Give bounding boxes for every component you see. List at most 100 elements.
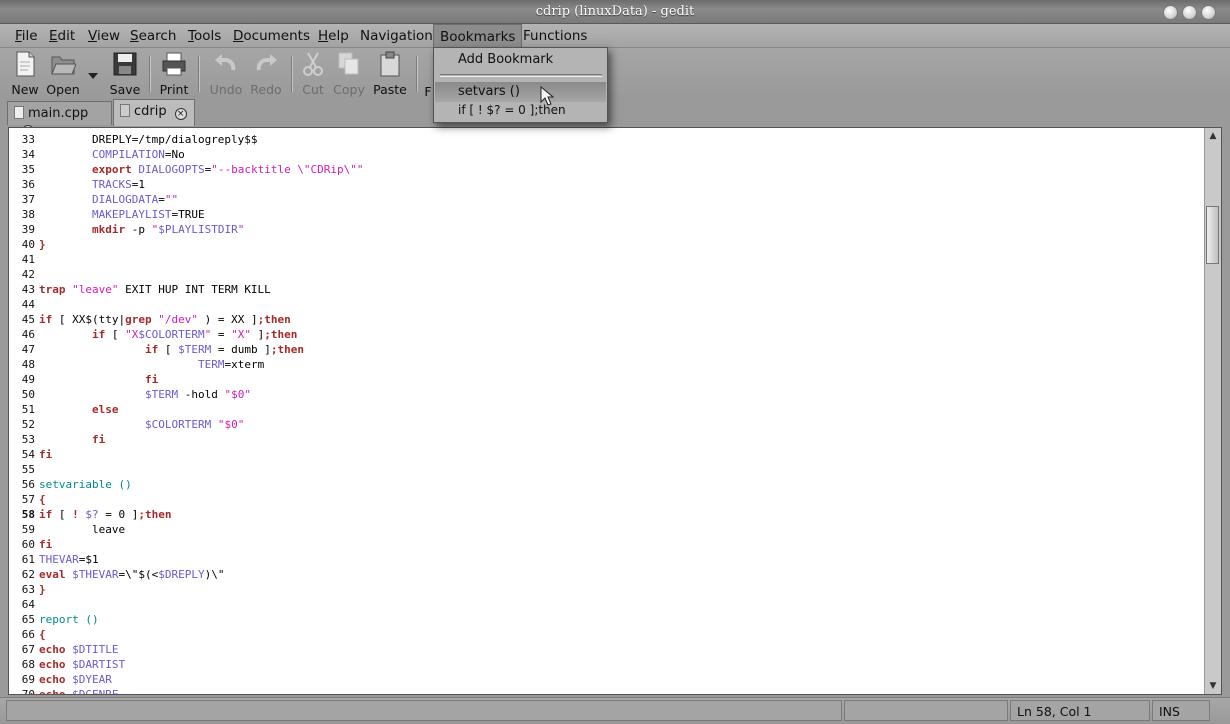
code-line[interactable]: 34 COMPILATION=No bbox=[9, 147, 1203, 162]
tab-main-cpp[interactable]: main.cpp× bbox=[7, 101, 112, 137]
menu-functions[interactable]: Functions bbox=[523, 28, 587, 44]
line-text[interactable]: $TERM -hold "$0" bbox=[39, 388, 251, 401]
code-line[interactable]: 37 DIALOGDATA="" bbox=[9, 192, 1203, 207]
code-line[interactable]: 64 bbox=[9, 597, 1203, 612]
copy-button[interactable]: Copy bbox=[332, 50, 366, 97]
line-text[interactable]: if [ "X$COLORTERM" = "X" ];then bbox=[39, 328, 297, 341]
menu-navigation[interactable]: Navigation bbox=[360, 28, 433, 44]
code-line[interactable]: 61 THEVAR=$1 bbox=[9, 552, 1203, 567]
code-line[interactable]: 39 mkdir -p "$PLAYLISTDIR" bbox=[9, 222, 1203, 237]
code-line[interactable]: 33 DREPLY=/tmp/dialogreply$$ bbox=[9, 132, 1203, 147]
scrollbar-thumb[interactable] bbox=[1206, 206, 1219, 264]
line-text[interactable]: echo $DARTIST bbox=[39, 658, 125, 671]
line-text[interactable]: else bbox=[39, 403, 119, 416]
code-line[interactable]: 38 MAKEPLAYLIST=TRUE bbox=[9, 207, 1203, 222]
menu-file[interactable]: File bbox=[15, 28, 38, 44]
scroll-down-icon[interactable]: ▼ bbox=[1207, 680, 1219, 692]
scroll-up-icon[interactable]: ▲ bbox=[1207, 130, 1219, 142]
menu-help[interactable]: Help bbox=[318, 28, 349, 44]
code-line[interactable]: 53 fi bbox=[9, 432, 1203, 447]
line-text[interactable]: fi bbox=[39, 448, 52, 461]
code-line[interactable]: 54 fi bbox=[9, 447, 1203, 462]
line-text[interactable]: fi bbox=[39, 433, 105, 446]
maximize-button[interactable] bbox=[1182, 5, 1197, 20]
line-text[interactable]: DREPLY=/tmp/dialogreply$$ bbox=[39, 133, 258, 146]
add-bookmark-item[interactable]: Add Bookmark bbox=[435, 52, 606, 70]
line-text[interactable]: fi bbox=[39, 538, 52, 551]
code-area[interactable]: 33 DREPLY=/tmp/dialogreply$$ 34 COMPILATI… bbox=[9, 132, 1203, 694]
code-line[interactable]: 57 { bbox=[9, 492, 1203, 507]
code-line[interactable]: 51 else bbox=[9, 402, 1203, 417]
code-line[interactable]: 49 fi bbox=[9, 372, 1203, 387]
paste-button[interactable]: Paste bbox=[370, 50, 410, 97]
code-line[interactable]: 66 { bbox=[9, 627, 1203, 642]
line-text[interactable]: DIALOGDATA="" bbox=[39, 193, 178, 206]
line-text[interactable]: MAKEPLAYLIST=TRUE bbox=[39, 208, 205, 221]
line-text[interactable]: eval $THEVAR=\"$(<$DREPLY)\" bbox=[39, 568, 224, 581]
code-line[interactable]: 50 $TERM -hold "$0" bbox=[9, 387, 1203, 402]
line-text[interactable]: { bbox=[39, 628, 46, 641]
code-line[interactable]: 41 bbox=[9, 252, 1203, 267]
close-tab-icon[interactable]: × bbox=[174, 108, 187, 120]
undo-button[interactable]: Undo bbox=[208, 50, 244, 97]
line-text[interactable]: if [ XX$(tty|grep "/dev" ) = XX ];then bbox=[39, 313, 291, 326]
line-text[interactable]: $COLORTERM "$0" bbox=[39, 418, 244, 431]
print-button[interactable]: Print bbox=[157, 50, 191, 97]
line-text[interactable]: if [ $TERM = dumb ];then bbox=[39, 343, 304, 356]
code-line[interactable]: 46 if [ "X$COLORTERM" = "X" ];then bbox=[9, 327, 1203, 342]
line-text[interactable]: THEVAR=$1 bbox=[39, 553, 99, 566]
code-line[interactable]: 62 eval $THEVAR=\"$(<$DREPLY)\" bbox=[9, 567, 1203, 582]
line-text[interactable]: fi bbox=[39, 373, 158, 386]
line-text[interactable]: if [ ! $? = 0 ];then bbox=[39, 508, 172, 521]
bookmark-item-setvars[interactable]: setvars () bbox=[435, 82, 606, 102]
menu-view[interactable]: View bbox=[88, 28, 120, 44]
line-text[interactable]: TERM=xterm bbox=[39, 358, 264, 371]
line-text[interactable]: report () bbox=[39, 613, 99, 626]
code-line[interactable]: 65 report () bbox=[9, 612, 1203, 627]
code-line[interactable]: 60 fi bbox=[9, 537, 1203, 552]
line-text[interactable]: leave bbox=[39, 523, 125, 536]
save-button[interactable]: Save bbox=[108, 50, 142, 97]
code-line[interactable]: 52 $COLORTERM "$0" bbox=[9, 417, 1203, 432]
code-line[interactable]: 40} bbox=[9, 237, 1203, 252]
minimize-button[interactable] bbox=[1163, 5, 1178, 20]
menu-edit[interactable]: Edit bbox=[49, 28, 75, 44]
code-line[interactable]: 36 TRACKS=1 bbox=[9, 177, 1203, 192]
line-text[interactable]: mkdir -p "$PLAYLISTDIR" bbox=[39, 223, 244, 236]
code-line[interactable]: 48 TERM=xterm bbox=[9, 357, 1203, 372]
open-recent-dropdown[interactable] bbox=[86, 68, 100, 83]
menu-search[interactable]: Search bbox=[130, 28, 176, 44]
code-line[interactable]: 63} bbox=[9, 582, 1203, 597]
line-text[interactable]: COMPILATION=No bbox=[39, 148, 185, 161]
menu-bookmarks[interactable]: Bookmarks bbox=[433, 24, 523, 48]
menu-documents[interactable]: Documents bbox=[233, 28, 310, 44]
code-line[interactable]: 47 if [ $TERM = dumb ];then bbox=[9, 342, 1203, 357]
line-text[interactable]: echo $DTITLE bbox=[39, 643, 118, 656]
code-line[interactable]: 42 bbox=[9, 267, 1203, 282]
line-text[interactable]: } bbox=[39, 238, 46, 251]
code-line[interactable]: 55 bbox=[9, 462, 1203, 477]
code-line[interactable]: 58 if [ ! $? = 0 ];then bbox=[9, 507, 1203, 522]
menu-tools[interactable]: Tools bbox=[188, 28, 221, 44]
editor[interactable]: 33 DREPLY=/tmp/dialogreply$$ 34 COMPILATI… bbox=[8, 127, 1222, 695]
line-text[interactable]: echo $DGENRE bbox=[39, 688, 118, 694]
bookmark-item-if[interactable]: if [ ! $? = 0 ];then bbox=[435, 103, 606, 121]
line-text[interactable]: TRACKS=1 bbox=[39, 178, 145, 191]
line-text[interactable]: export DIALOGOPTS="--backtitle \"CDRip\"… bbox=[39, 163, 364, 176]
line-text[interactable]: echo $DYEAR bbox=[39, 673, 112, 686]
code-line[interactable]: 69 echo $DYEAR bbox=[9, 672, 1203, 687]
line-text[interactable]: setvariable () bbox=[39, 478, 132, 491]
line-text[interactable]: trap "leave" EXIT HUP INT TERM KILL bbox=[39, 283, 271, 296]
code-line[interactable]: 43 trap "leave" EXIT HUP INT TERM KILL bbox=[9, 282, 1203, 297]
code-line[interactable]: 67 echo $DTITLE bbox=[9, 642, 1203, 657]
cut-button[interactable]: Cut bbox=[298, 50, 328, 97]
open-button[interactable]: Open bbox=[46, 50, 80, 97]
new-button[interactable]: New bbox=[10, 50, 40, 97]
code-line[interactable]: 68 echo $DARTIST bbox=[9, 657, 1203, 672]
code-line[interactable]: 56 setvariable () bbox=[9, 477, 1203, 492]
code-line[interactable]: 70 echo $DGENRE bbox=[9, 687, 1203, 694]
close-window-button[interactable] bbox=[1201, 5, 1216, 20]
code-line[interactable]: 45 if [ XX$(tty|grep "/dev" ) = XX ];then bbox=[9, 312, 1203, 327]
line-text[interactable]: } bbox=[39, 583, 46, 596]
line-text[interactable]: { bbox=[39, 493, 46, 506]
